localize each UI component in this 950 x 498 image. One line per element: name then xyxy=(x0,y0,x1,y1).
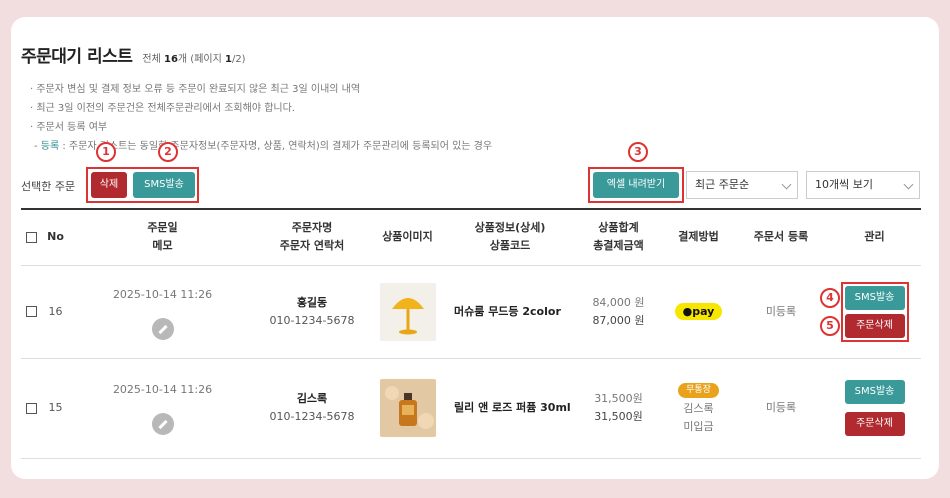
select-all-cell xyxy=(21,208,41,266)
edit-memo-icon[interactable] xyxy=(151,317,174,340)
row-register: 미등록 xyxy=(734,358,828,459)
col-total: 상품합계 총결제금액 xyxy=(574,208,663,266)
row-checkbox[interactable] xyxy=(25,402,37,414)
order-date: 2025-10-14 11:26 xyxy=(112,287,213,301)
row-select-cell xyxy=(21,265,41,359)
select-all-checkbox[interactable] xyxy=(25,231,37,243)
row-payment: ●pay xyxy=(663,265,734,359)
col-register: 주문서 등록 xyxy=(734,208,828,266)
total-payment: 87,000 원 xyxy=(592,313,645,327)
product-thumbnail xyxy=(379,379,436,437)
product-name: 머슈룸 무드등 2color xyxy=(446,265,574,359)
row-amounts: 31,500원 31,500원 xyxy=(574,358,663,459)
total-count: 전체 16개 (페이지 1/2) xyxy=(142,54,246,65)
orderer-phone: 010-1234-5678 xyxy=(269,410,355,423)
row-no: 16 xyxy=(41,265,70,359)
subtotal: 84,000 원 xyxy=(592,295,645,309)
bank-transfer-badge: 무통장 xyxy=(678,383,719,398)
mushroom-lamp-image xyxy=(391,297,424,334)
subtotal: 31,500원 xyxy=(594,392,643,405)
orderer-name: 홍길동 xyxy=(296,295,328,309)
row-payment: 무통장 김스록 미입금 xyxy=(663,358,734,459)
chevron-down-icon xyxy=(903,179,914,190)
table-row: 16 2025-10-14 11:26 홍길동 010-1234-5678 머슈룸… xyxy=(21,265,921,359)
row-image xyxy=(369,265,446,359)
page-size-select[interactable]: 10개씩 보기 xyxy=(806,171,920,199)
marker-2: 2 xyxy=(158,142,178,162)
row-manage: SMS발송 주문삭제 xyxy=(828,358,921,459)
col-date-memo: 주문일 메모 xyxy=(70,208,255,266)
orderer-phone: 010-1234-5678 xyxy=(269,313,355,327)
product-thumbnail xyxy=(379,282,436,341)
payer-name: 김스록 xyxy=(683,402,714,415)
note-line-2: · 최근 3일 이전의 주문건은 전체주문관리에서 조회해야 합니다. xyxy=(30,103,295,114)
table-row: 15 2025-10-14 11:26 김스록 010-1234-5678 릴리… xyxy=(21,358,921,459)
row-orderer: 김스록 010-1234-5678 xyxy=(255,358,369,459)
delete-selected-button[interactable]: 삭제 xyxy=(91,172,127,198)
chevron-down-icon xyxy=(781,179,792,190)
page-size-select-value: 10개씩 보기 xyxy=(815,178,873,191)
col-product: 상품정보(상세) 상품코드 xyxy=(446,208,574,266)
page-title: 주문대기 리스트 xyxy=(21,47,133,67)
row-image xyxy=(369,358,446,459)
orderer-name: 김스록 xyxy=(296,392,328,405)
note-line-3: · 주문서 등록 여부 xyxy=(30,122,108,133)
col-payment: 결제방법 xyxy=(663,208,734,266)
row-date-memo: 2025-10-14 11:26 xyxy=(70,358,255,459)
edit-memo-icon[interactable] xyxy=(151,412,174,435)
order-date: 2025-10-14 11:26 xyxy=(112,382,213,396)
row-date-memo: 2025-10-14 11:26 xyxy=(70,265,255,359)
delete-order-button[interactable]: 주문삭제 xyxy=(844,313,905,338)
col-orderer: 주문자명 주문자 연락처 xyxy=(255,208,369,266)
order-table: No 주문일 메모 주문자명 주문자 연락처 상품이미지 상품정보(상세) 상품코드 … xyxy=(21,208,921,459)
send-sms-button[interactable]: SMS발송 xyxy=(844,285,905,310)
table-header-row: No 주문일 메모 주문자명 주문자 연락처 상품이미지 상품정보(상세) 상품코드 … xyxy=(21,208,921,266)
sms-selected-button[interactable]: SMS발송 xyxy=(133,172,195,198)
col-manage: 관리 xyxy=(828,208,921,266)
sort-select[interactable]: 최근 주문순 xyxy=(686,171,798,199)
row-actions-highlight: SMS발송 주문삭제 xyxy=(840,281,909,342)
row-checkbox[interactable] xyxy=(25,306,37,317)
payment-status: 미입금 xyxy=(683,420,714,433)
row-manage: SMS발송 주문삭제 xyxy=(828,265,921,359)
kakao-pay-badge: ●pay xyxy=(674,302,723,320)
sort-select-value: 최근 주문순 xyxy=(695,178,750,191)
col-image: 상품이미지 xyxy=(369,208,446,266)
marker-1: 1 xyxy=(96,142,116,162)
delete-order-button[interactable]: 주문삭제 xyxy=(844,412,905,436)
row-orderer: 홍길동 010-1234-5678 xyxy=(255,265,369,359)
perfume-bottle-image xyxy=(384,386,434,429)
row-select-cell xyxy=(21,358,41,459)
page-header: 주문대기 리스트 전체 16개 (페이지 1/2) xyxy=(21,42,246,67)
send-sms-button[interactable]: SMS발송 xyxy=(844,380,905,404)
note-line-1: · 주문자 변심 및 결제 정보 오류 등 주문이 완료되지 않은 최근 3일 … xyxy=(30,84,361,95)
marker-3: 3 xyxy=(628,142,648,162)
total-payment: 31,500원 xyxy=(594,410,643,423)
col-no: No xyxy=(41,208,70,266)
row-amounts: 84,000 원 87,000 원 xyxy=(574,265,663,359)
row-no: 15 xyxy=(41,358,70,459)
product-name: 릴리 앤 로즈 퍼퓸 30ml xyxy=(446,358,574,459)
selected-orders-label: 선택한 주문 xyxy=(21,180,76,193)
excel-download-button[interactable]: 엑셀 내려받기 xyxy=(593,172,679,198)
row-register: 미등록 xyxy=(734,265,828,359)
